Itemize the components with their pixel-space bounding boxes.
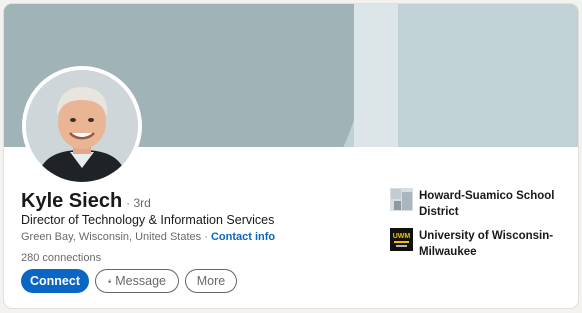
school-district-logo-icon bbox=[390, 188, 413, 211]
profile-name: Kyle Siech bbox=[21, 190, 123, 212]
person-photo-icon bbox=[26, 70, 138, 182]
contact-info-link[interactable]: Contact info bbox=[211, 231, 275, 243]
lock-icon bbox=[108, 279, 111, 283]
uwm-logo-icon: UWM bbox=[390, 228, 413, 251]
connect-button[interactable]: Connect bbox=[21, 269, 89, 293]
more-button-label: More bbox=[196, 274, 226, 288]
profile-headline: Director of Technology & Information Ser… bbox=[21, 213, 275, 227]
name-row: Kyle Siech · 3rd bbox=[21, 190, 151, 213]
message-button-label: Message bbox=[115, 274, 166, 288]
organization-name: University of Wisconsin-Milwaukee bbox=[419, 230, 554, 258]
profile-card: Kyle Siech · 3rd Director of Technology … bbox=[4, 4, 578, 308]
more-button[interactable]: More bbox=[185, 269, 237, 293]
location-separator: · bbox=[204, 231, 208, 243]
profile-location: Green Bay, Wisconsin, United States bbox=[21, 231, 202, 243]
banner-band bbox=[354, 4, 398, 147]
message-button[interactable]: Message bbox=[95, 269, 179, 293]
location-row: Green Bay, Wisconsin, United States · Co… bbox=[21, 231, 275, 243]
profile-actions: Connect Message More bbox=[21, 269, 237, 293]
organization-name: Howard-Suamico School District bbox=[419, 190, 555, 218]
connect-button-label: Connect bbox=[30, 274, 80, 288]
connection-degree: · 3rd bbox=[126, 196, 151, 210]
uwm-logo-text: UWM bbox=[393, 233, 411, 240]
organization-item[interactable]: UWM University of Wisconsin-Milwaukee bbox=[390, 228, 570, 260]
banner-band bbox=[398, 4, 578, 147]
connections-count: 280 connections bbox=[21, 252, 102, 264]
organizations-list: Howard-Suamico School District UWM Unive… bbox=[390, 188, 570, 268]
organization-item[interactable]: Howard-Suamico School District bbox=[390, 188, 570, 220]
profile-photo[interactable] bbox=[22, 66, 142, 186]
